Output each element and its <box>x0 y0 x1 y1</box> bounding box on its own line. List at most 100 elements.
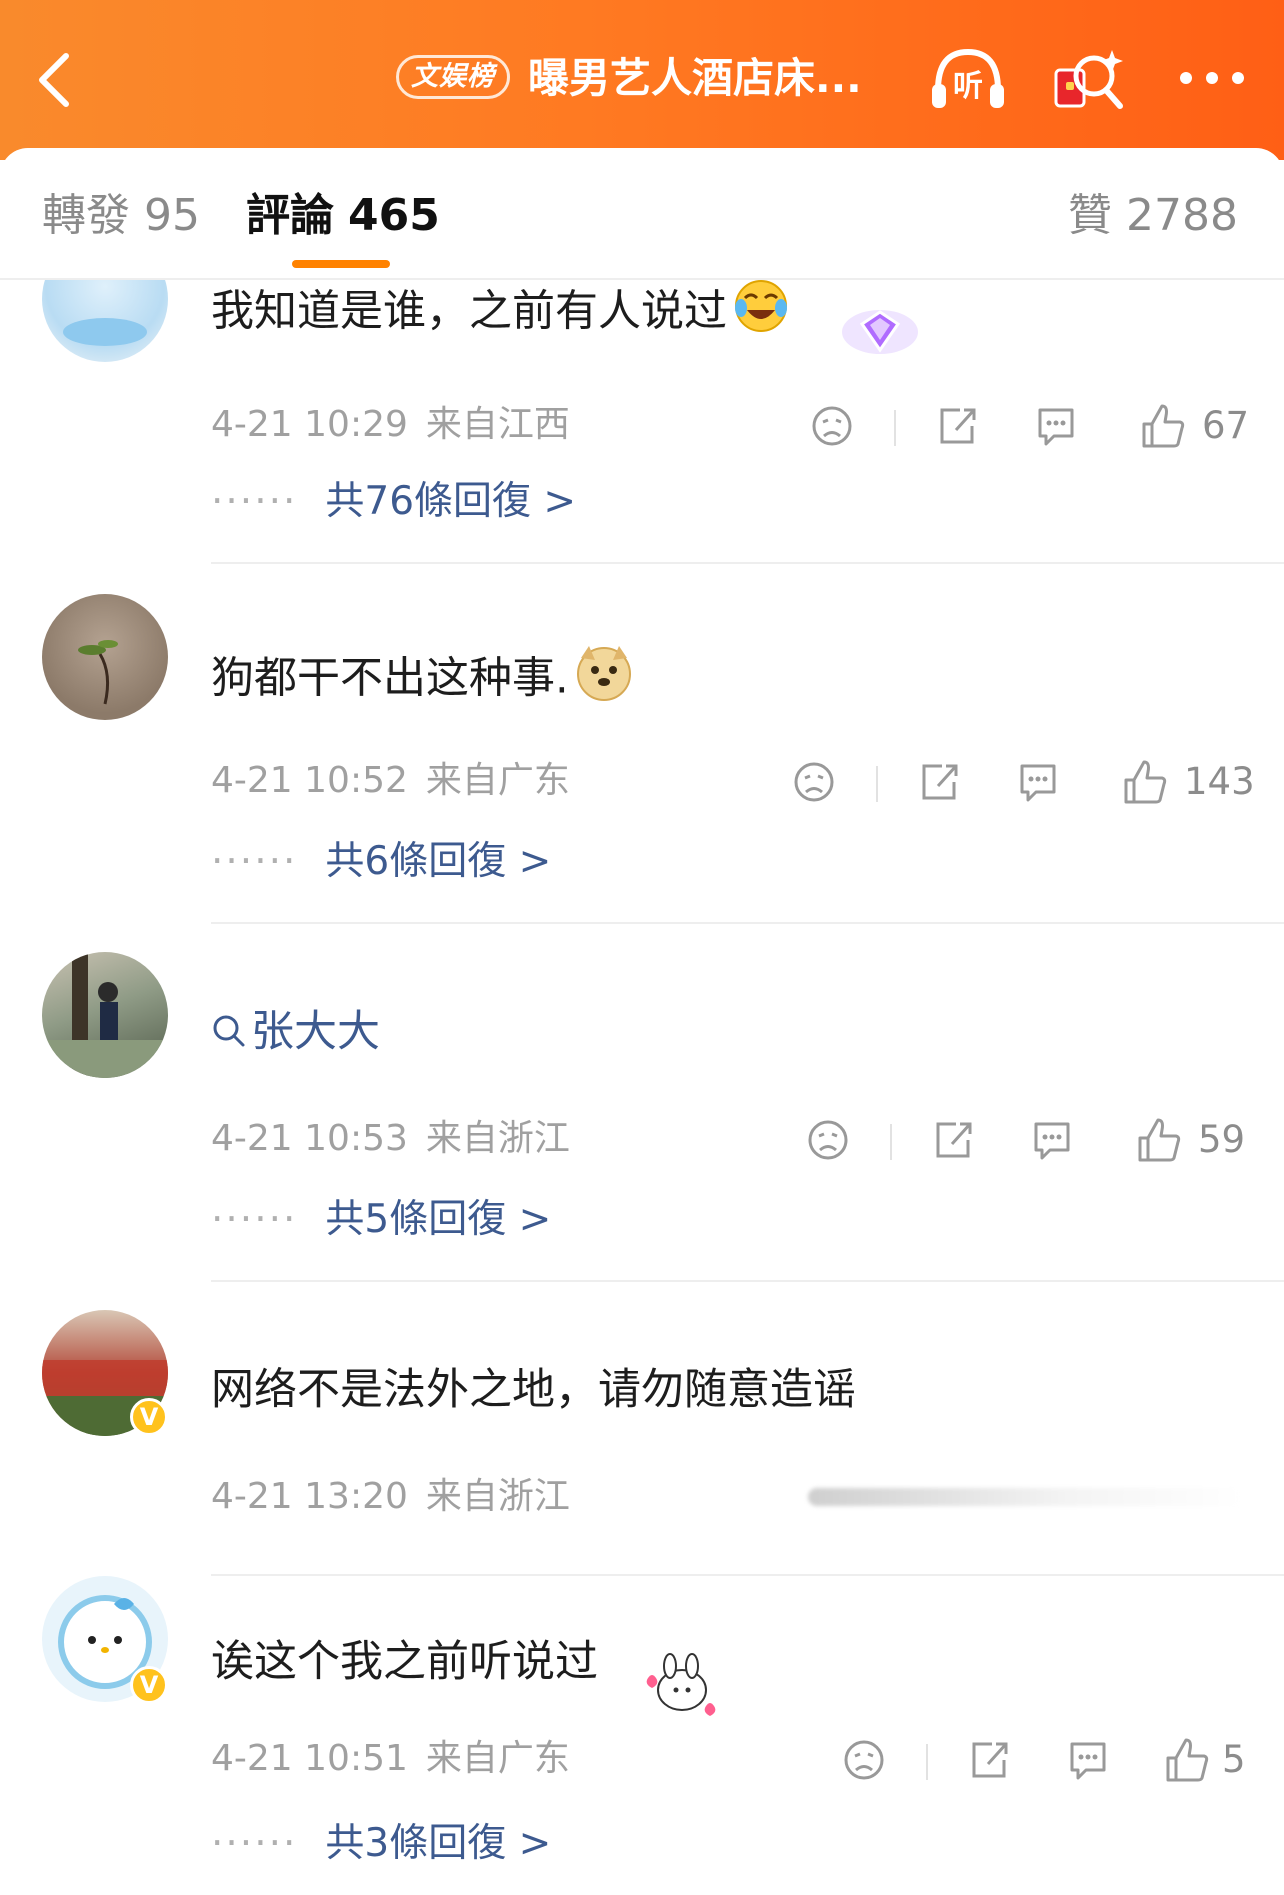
dislike-button[interactable] <box>810 396 860 456</box>
comment-text: 狗都干不出这种事. <box>211 644 633 718</box>
comment-meta: 4-21 13:20 来自浙江 <box>211 1472 570 1522</box>
share-icon <box>936 1122 972 1158</box>
diamond-fan-badge-icon <box>840 296 920 360</box>
comment-actions: 143 <box>792 752 1255 812</box>
reply-button[interactable] <box>1034 396 1084 456</box>
thumbs-up-icon <box>1142 404 1185 448</box>
share-icon <box>972 1742 1008 1778</box>
share-button[interactable] <box>916 752 966 812</box>
share-button[interactable] <box>966 1730 1016 1790</box>
top-navigation-bar: 文娱榜 曝男艺人酒店床... 听 <box>0 0 1284 160</box>
share-button[interactable] <box>934 396 984 456</box>
divider <box>211 922 1284 924</box>
back-button[interactable] <box>30 42 90 112</box>
like-button[interactable] <box>1122 752 1172 812</box>
active-tab-indicator <box>292 260 390 268</box>
dislike-button[interactable] <box>792 752 842 812</box>
dislike-face-icon <box>794 762 834 802</box>
comment-text: 网络不是法外之地，请勿随意造谣 <box>211 1365 856 1415</box>
listen-button[interactable]: 听 <box>928 44 1008 114</box>
share-icon <box>940 408 976 444</box>
comment-bubble-icon <box>1020 764 1056 802</box>
comment-text: 我知道是谁，之前有人说过 <box>211 280 789 350</box>
like-count: 143 <box>1184 760 1255 803</box>
dislike-button[interactable] <box>842 1730 892 1790</box>
red-packet-search-button[interactable] <box>1050 44 1130 114</box>
like-button[interactable] <box>1140 396 1190 456</box>
comment-location: 来自浙江 <box>425 1476 570 1517</box>
like-button[interactable] <box>1136 1110 1186 1170</box>
comment-actions: 59 <box>806 1110 1246 1170</box>
comment-text: 张大大 <box>211 1002 380 1065</box>
search-link-text[interactable]: 张大大 <box>251 1007 380 1057</box>
separator <box>926 1744 928 1780</box>
dislike-face-icon <box>812 406 852 446</box>
reply-button[interactable] <box>1066 1730 1116 1790</box>
separator <box>894 410 896 446</box>
like-count: 67 <box>1202 404 1250 447</box>
red-packet-icon <box>1054 50 1123 109</box>
share-button[interactable] <box>930 1110 980 1170</box>
avatar-plant-icon <box>78 640 118 705</box>
view-replies-link[interactable]: ······ 共6條回復 > <box>211 834 551 890</box>
obscured-actions-bar <box>808 1488 1242 1506</box>
tab-comment[interactable]: 評論 465 <box>246 186 440 246</box>
share-icon <box>922 764 958 800</box>
reply-button[interactable] <box>1030 1110 1080 1170</box>
thumbs-up-icon <box>1124 760 1167 804</box>
divider <box>211 1574 1284 1576</box>
dislike-face-icon <box>808 1120 848 1160</box>
avatar[interactable] <box>42 280 168 362</box>
comment-location: 来自广东 <box>425 1738 570 1779</box>
tab-like[interactable]: 贊 2788 <box>1068 186 1238 246</box>
thumbs-up-icon <box>1138 1118 1181 1162</box>
comment-list[interactable]: 我知道是谁，之前有人说过 4-21 10:29 来自江西 67 ······ 共… <box>0 280 1284 1895</box>
comment-location: 来自浙江 <box>425 1118 570 1159</box>
comment-text: 诶这个我之前听说过 <box>211 1637 598 1687</box>
view-replies-link[interactable]: ······ 共3條回復 > <box>211 1816 551 1872</box>
bunny-sticker-icon <box>640 1650 720 1720</box>
comment-location: 来自江西 <box>425 404 570 445</box>
tab-repost[interactable]: 轉發 95 <box>42 186 200 246</box>
view-replies-link[interactable]: ······ 共5條回復 > <box>211 1192 551 1248</box>
like-button[interactable] <box>1164 1730 1214 1790</box>
back-arrow-icon <box>39 53 69 107</box>
topic-title[interactable]: 曝男艺人酒店床... <box>528 50 888 106</box>
verified-badge-icon: V <box>130 1398 168 1436</box>
comment-location: 来自广东 <box>425 760 570 801</box>
dislike-button[interactable] <box>806 1110 856 1170</box>
tab-repost-count: 95 <box>144 190 200 241</box>
comment-time: 4-21 10:29 <box>211 404 408 445</box>
more-button[interactable] <box>1172 44 1252 114</box>
tab-comment-count: 465 <box>348 190 440 241</box>
tab-bar: 轉發 95 評論 465 贊 2788 <box>0 148 1284 280</box>
comment-bubble-icon <box>1034 1122 1070 1160</box>
avatar[interactable] <box>42 952 168 1078</box>
dislike-face-icon <box>844 1740 884 1780</box>
comment-actions: 5 <box>842 1730 1246 1790</box>
separator <box>876 766 878 802</box>
avatar[interactable] <box>42 594 168 720</box>
comment-bubble-icon <box>1070 1742 1106 1780</box>
rank-badge[interactable]: 文娱榜 <box>396 55 510 99</box>
laughing-crying-emoji-icon <box>733 280 789 350</box>
like-count: 5 <box>1222 1738 1246 1781</box>
comment-time: 4-21 10:53 <box>211 1118 408 1159</box>
more-icon <box>1180 72 1244 84</box>
divider <box>211 562 1284 564</box>
separator <box>890 1124 892 1160</box>
comment-meta: 4-21 10:29 来自江西 <box>211 400 570 450</box>
divider <box>211 1280 1284 1282</box>
comment-meta: 4-21 10:53 来自浙江 <box>211 1114 570 1164</box>
comment-time: 4-21 10:52 <box>211 760 408 801</box>
tab-repost-label: 轉發 <box>42 190 130 241</box>
search-icon <box>211 1005 247 1065</box>
comment-bubble-icon <box>1038 408 1074 446</box>
like-count: 59 <box>1198 1118 1246 1161</box>
view-replies-link[interactable]: ······ 共76條回復 > <box>211 474 576 530</box>
listen-icon: 听 <box>932 48 1004 108</box>
reply-button[interactable] <box>1016 752 1066 812</box>
comment-time: 4-21 13:20 <box>211 1476 408 1517</box>
tab-like-label: 贊 <box>1068 190 1113 241</box>
tab-like-count: 2788 <box>1126 190 1238 241</box>
